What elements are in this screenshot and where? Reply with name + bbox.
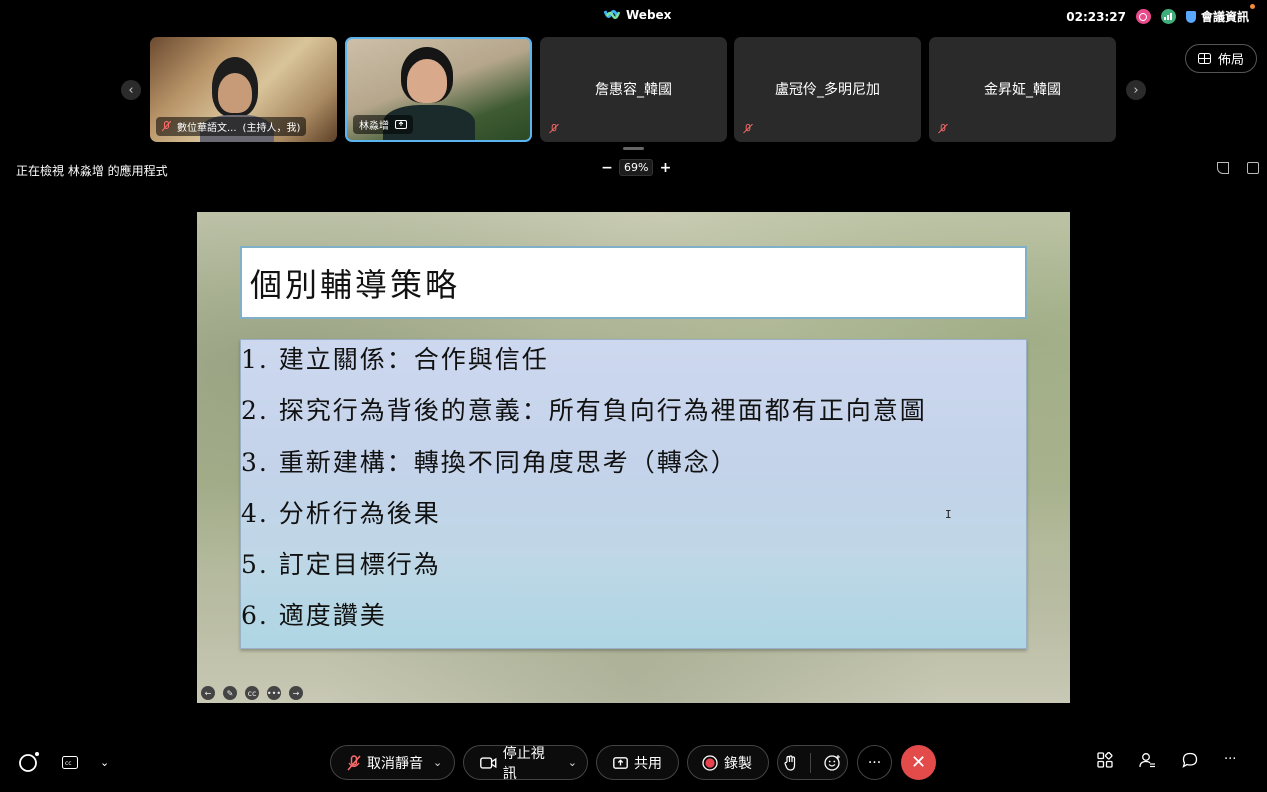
app-title-text: Webex — [626, 8, 672, 22]
slide-list-item: 2. 探究行為背後的意義：所有負向行為裡面都有正向意圖 — [241, 396, 927, 426]
slide-list-item: 1. 建立關係：合作與信任 — [241, 345, 549, 374]
shield-icon — [1185, 10, 1196, 23]
svg-text:cc: cc — [65, 760, 72, 767]
participant-role: (主持人，我) — [242, 123, 301, 134]
stop-video-button[interactable]: 停止視訊 ⌄ — [463, 745, 588, 782]
layout-button[interactable]: 佈局 — [1185, 44, 1257, 73]
mute-button-label: 取消靜音 — [367, 755, 423, 772]
mute-button[interactable]: 取消靜音 ⌄ — [330, 745, 455, 780]
mic-muted-icon — [743, 124, 753, 134]
layout-grid-icon — [1197, 53, 1211, 64]
raise-hand-icon[interactable] — [784, 754, 797, 771]
zoom-out-button[interactable]: − — [601, 160, 613, 176]
close-icon: ✕ — [910, 752, 927, 773]
notification-dot — [1250, 4, 1255, 9]
slide-title: 個別輔導策略 — [250, 265, 461, 304]
video-camera-icon — [480, 756, 497, 769]
participant-name: 盧冠伶_多明尼加 — [775, 82, 880, 98]
share-viewing-label: 正在檢視 林淼增 的應用程式 — [16, 164, 168, 178]
next-slide-icon[interactable]: → — [289, 686, 303, 700]
closed-captions-icon[interactable]: cc — [62, 755, 78, 769]
participant-tile-active-speaker[interactable]: 林淼增 — [345, 37, 532, 142]
assistant-icon[interactable] — [18, 751, 40, 773]
layout-button-label: 佈局 — [1217, 53, 1244, 68]
bottom-left-controls: cc ⌄ — [18, 751, 109, 773]
record-icon — [702, 754, 718, 771]
webex-logo-icon — [604, 9, 620, 20]
share-screen-icon — [613, 756, 628, 769]
share-button-label: 共用 — [634, 755, 662, 772]
share-toolbar — [1217, 162, 1259, 174]
participant-name: 詹惠容_韓國 — [595, 82, 672, 98]
participant-tile[interactable]: 詹惠容_韓國 — [540, 37, 727, 142]
top-right-status: 02:23:27 會議資訊 — [1066, 4, 1255, 25]
participant-tile[interactable]: 金昇姃_韓國 — [929, 37, 1116, 142]
participant-face — [407, 59, 447, 103]
participant-face — [218, 73, 252, 113]
slide-list: 1. 建立關係：合作與信任 2. 探究行為背後的意義：所有負向行為裡面都有正向意… — [240, 339, 1027, 649]
participant-tile[interactable]: 盧冠伶_多明尼加 — [734, 37, 921, 142]
participant-name: 金昇姃_韓國 — [984, 82, 1061, 98]
strip-next-button[interactable]: › — [1126, 80, 1146, 100]
participant-tile-host[interactable]: 數位華語文... (主持人，我) — [150, 37, 337, 142]
slide-list-item: 4. 分析行為後果 — [241, 498, 441, 528]
connection-signal-icon[interactable] — [1160, 9, 1176, 24]
leave-meeting-button[interactable]: ✕ — [901, 745, 936, 780]
recording-status-icon[interactable] — [1135, 9, 1151, 24]
strip-resize-handle[interactable] — [623, 147, 644, 150]
captions-chevron-icon[interactable]: ⌄ — [100, 756, 109, 769]
reactions-group — [777, 745, 848, 780]
pop-out-icon[interactable] — [1247, 162, 1259, 174]
bottom-right-controls: ··· — [1097, 752, 1236, 768]
slide-navigation-tools: ← ✎ cc ••• → — [201, 686, 303, 700]
more-icon[interactable]: ··· — [1224, 752, 1236, 768]
screen-share-icon — [395, 120, 407, 129]
meeting-time: 02:23:27 — [1066, 9, 1126, 24]
mic-muted-icon — [162, 121, 171, 132]
captions-icon[interactable]: cc — [245, 686, 259, 700]
mic-muted-icon — [938, 124, 948, 134]
zoom-in-button[interactable]: + — [659, 160, 672, 176]
previous-slide-icon[interactable]: ← — [201, 686, 215, 700]
participant-name-label: 數位華語文... (主持人，我) — [156, 117, 307, 136]
app-title: Webex — [604, 8, 671, 22]
chevron-down-icon[interactable]: ⌄ — [564, 756, 587, 769]
mic-muted-icon — [549, 124, 559, 134]
chat-icon[interactable] — [1182, 752, 1198, 768]
participant-name: 數位華語文... — [177, 123, 237, 134]
stop-video-button-label: 停止視訊 — [502, 745, 545, 782]
participant-name: 林淼增 — [359, 121, 389, 132]
slide-list-item: 5. 訂定目標行為 — [241, 550, 441, 580]
strip-prev-button[interactable]: ‹ — [121, 80, 141, 100]
slide-title-box: 個別輔導策略 — [240, 246, 1027, 319]
participants-icon[interactable] — [1139, 752, 1156, 768]
annotate-icon[interactable] — [1217, 162, 1229, 174]
divider — [809, 752, 811, 773]
record-button-label: 錄製 — [724, 755, 752, 772]
zoom-level[interactable]: 69% — [619, 159, 654, 176]
participant-name-label: 林淼增 — [353, 115, 413, 134]
slide-list-item: 3. 重新建構：轉換不同角度思考（轉念） — [241, 447, 738, 477]
slide-list-item: 6. 適度讚美 — [241, 601, 387, 631]
share-button[interactable]: 共用 — [596, 745, 679, 780]
reactions-smiley-icon[interactable] — [823, 754, 841, 771]
meeting-info-label: 會議資訊 — [1200, 10, 1249, 24]
apps-icon[interactable] — [1097, 752, 1113, 768]
chevron-down-icon[interactable]: ⌄ — [429, 756, 452, 769]
mic-muted-icon — [347, 754, 361, 770]
title-bar: Webex 02:23:27 會議資訊 — [0, 0, 1267, 34]
pen-icon[interactable]: ✎ — [223, 686, 237, 700]
zoom-control: − 69% + — [601, 159, 671, 176]
more-options-button[interactable]: ··· — [857, 745, 892, 780]
record-button[interactable]: 錄製 — [687, 745, 769, 780]
text-cursor-icon: I — [945, 508, 952, 521]
shared-slide: 個別輔導策略 1. 建立關係：合作與信任 2. 探究行為背後的意義：所有負向行為… — [197, 212, 1070, 703]
more-options-icon[interactable]: ••• — [267, 686, 281, 700]
meeting-info-button[interactable]: 會議資訊 — [1185, 4, 1255, 25]
